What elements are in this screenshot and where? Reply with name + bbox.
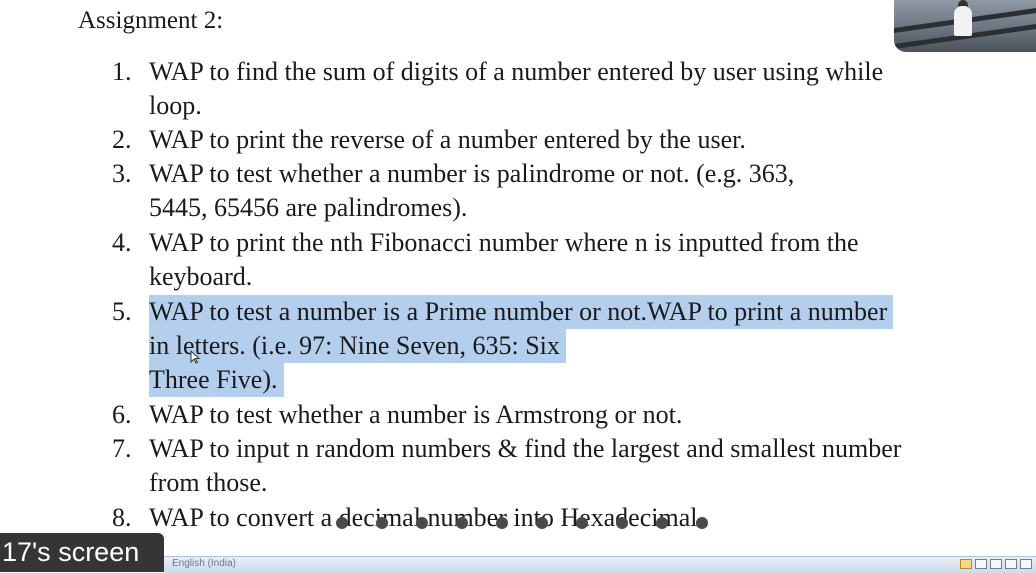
loading-dot <box>336 517 348 529</box>
document-title: Assignment 2: <box>78 7 224 34</box>
item-number: 6. <box>112 400 132 429</box>
item-line: WAP to convert a decimal number into Hex… <box>149 503 704 532</box>
language-indicator[interactable]: English (India) <box>172 558 236 569</box>
item-number: 3. <box>112 159 132 188</box>
item-line: 5445, 65456 are palindromes). <box>149 193 468 222</box>
item-line: WAP to print the nth Fibonacci number wh… <box>149 228 859 257</box>
print-layout-view-icon[interactable] <box>960 559 972 569</box>
item-line: keyboard. <box>149 262 253 291</box>
loading-dot <box>416 517 428 529</box>
item-number: 8. <box>112 503 132 532</box>
loading-dot <box>456 517 468 529</box>
document-page: Assignment 2: 1. WAP to find the sum of … <box>0 0 1036 556</box>
loading-dot <box>656 517 668 529</box>
item-line: WAP to input n random numbers & find the… <box>149 434 902 463</box>
loading-dot <box>536 517 548 529</box>
item-line: WAP to test whether a number is Armstron… <box>149 400 683 429</box>
outline-view-icon[interactable] <box>1005 559 1017 569</box>
mouse-cursor-icon <box>190 350 200 364</box>
item-number: 5. <box>112 297 132 326</box>
loading-dot <box>616 517 628 529</box>
item-number: 7. <box>112 434 132 463</box>
item-line: loop. <box>149 91 202 120</box>
person-figure <box>954 6 972 36</box>
item-number: 1. <box>112 57 132 86</box>
full-screen-reading-icon[interactable] <box>975 559 987 569</box>
item-line: WAP to find the sum of digits of a numbe… <box>149 57 884 86</box>
item-number: 4. <box>112 228 132 257</box>
selected-text[interactable]: in letters. (i.e. 97: Nine Seven, 635: S… <box>149 329 566 363</box>
loading-dot <box>376 517 388 529</box>
webcam-thumbnail[interactable] <box>894 0 1036 52</box>
loading-dot <box>496 517 508 529</box>
loading-dot <box>576 517 588 529</box>
item-line: WAP to print the reverse of a number ent… <box>149 125 746 154</box>
status-bar: English (India) <box>164 556 1036 573</box>
item-line: from those. <box>149 468 268 497</box>
item-number: 2. <box>112 125 132 154</box>
web-layout-icon[interactable] <box>990 559 1002 569</box>
loading-dot <box>696 517 708 529</box>
draft-view-icon[interactable] <box>1020 559 1032 569</box>
selected-text[interactable]: Three Five). <box>149 363 284 397</box>
item-line: WAP to test whether a number is palindro… <box>149 159 795 188</box>
screen-share-label: 17's screen <box>0 533 164 572</box>
selected-text[interactable]: WAP to test a number is a Prime number o… <box>149 295 894 329</box>
